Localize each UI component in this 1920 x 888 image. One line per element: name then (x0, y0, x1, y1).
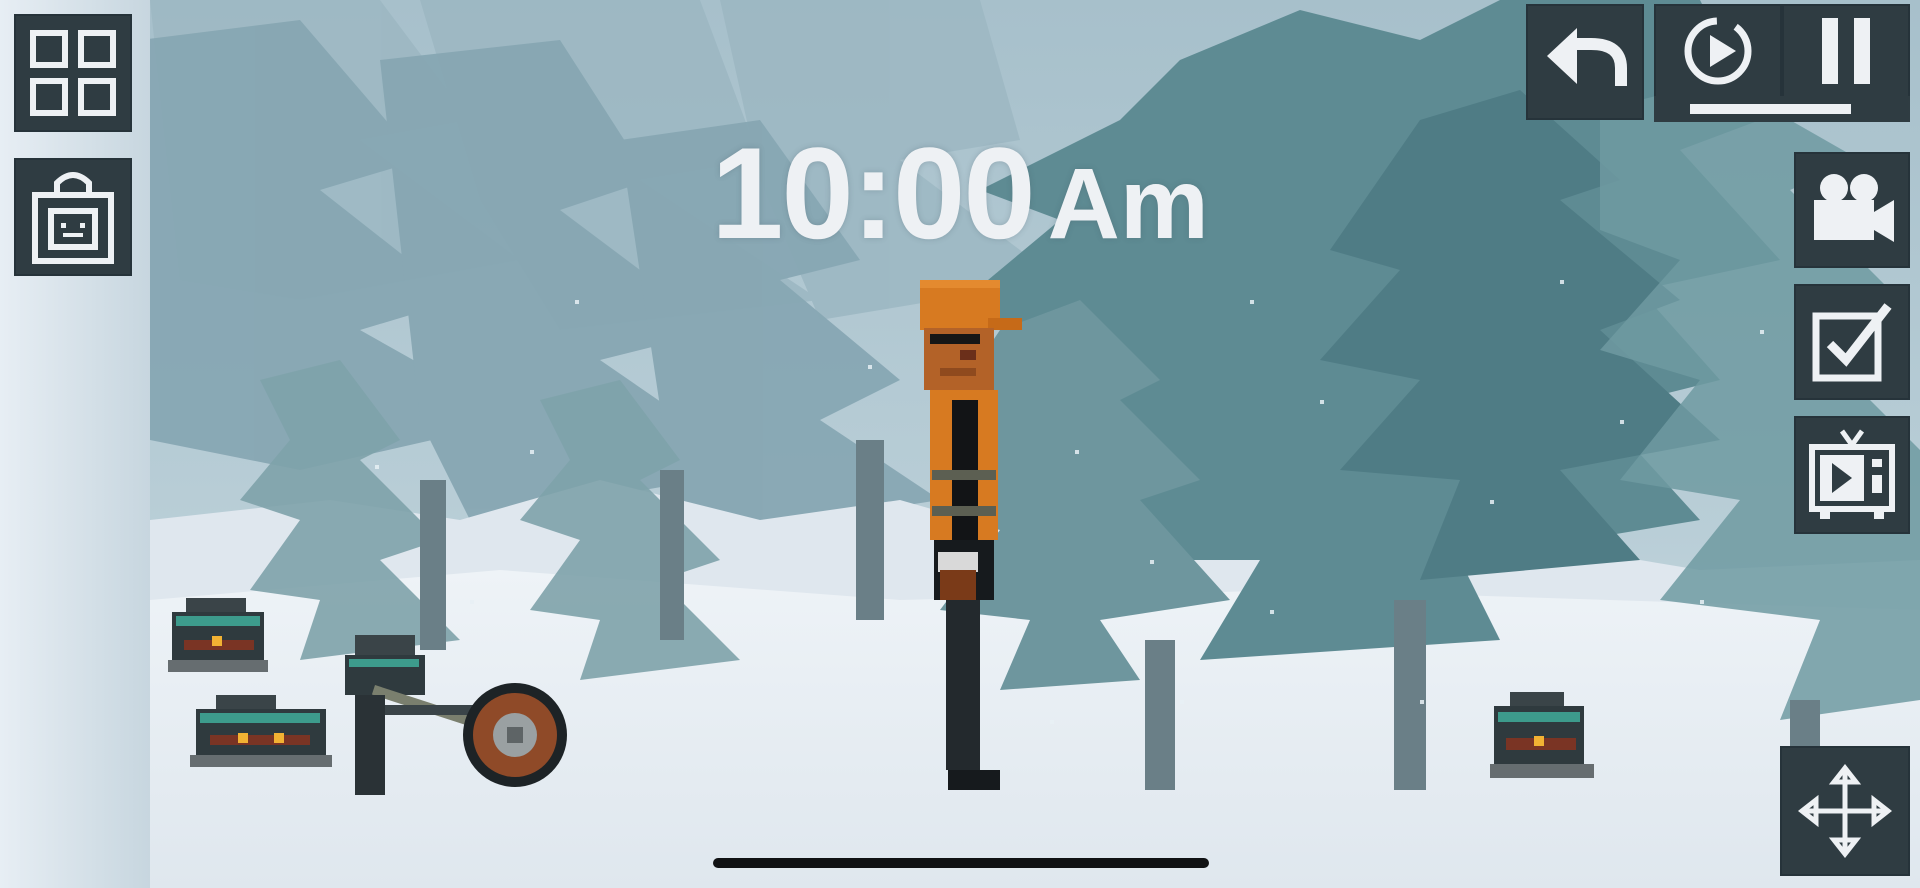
home-indicator[interactable] (713, 858, 1209, 868)
undo-arrow-icon (1547, 28, 1627, 86)
shopping-bag-icon (32, 172, 114, 264)
tv-icon (1809, 429, 1895, 519)
pause-button[interactable] (1782, 4, 1910, 98)
grid-icon (30, 30, 116, 116)
clock-period: Am (1047, 148, 1209, 260)
move-arrows-icon (1798, 764, 1892, 858)
robot-unit-right[interactable] (1488, 692, 1600, 796)
ragdoll-character[interactable] (900, 270, 1040, 800)
time-scale-slider[interactable] (1690, 104, 1886, 114)
move-button[interactable] (1780, 746, 1910, 876)
checkbox-icon (1812, 303, 1892, 382)
slow-motion-timer-icon (1684, 17, 1752, 85)
camera-button[interactable] (1794, 152, 1910, 268)
pause-icon (1822, 18, 1870, 84)
clock-time: 10:00 (711, 120, 1035, 266)
time-scale-fill (1690, 104, 1851, 114)
slow-motion-button[interactable] (1654, 4, 1782, 98)
robot-units-left[interactable] (160, 590, 580, 800)
select-button[interactable] (1794, 284, 1910, 400)
tv-button[interactable] (1794, 416, 1910, 534)
shop-button[interactable] (14, 158, 132, 276)
time-of-day-display: 10:00 Am (0, 118, 1920, 268)
video-camera-icon (1814, 174, 1894, 242)
catalog-button[interactable] (14, 14, 132, 132)
undo-button[interactable] (1526, 4, 1644, 120)
